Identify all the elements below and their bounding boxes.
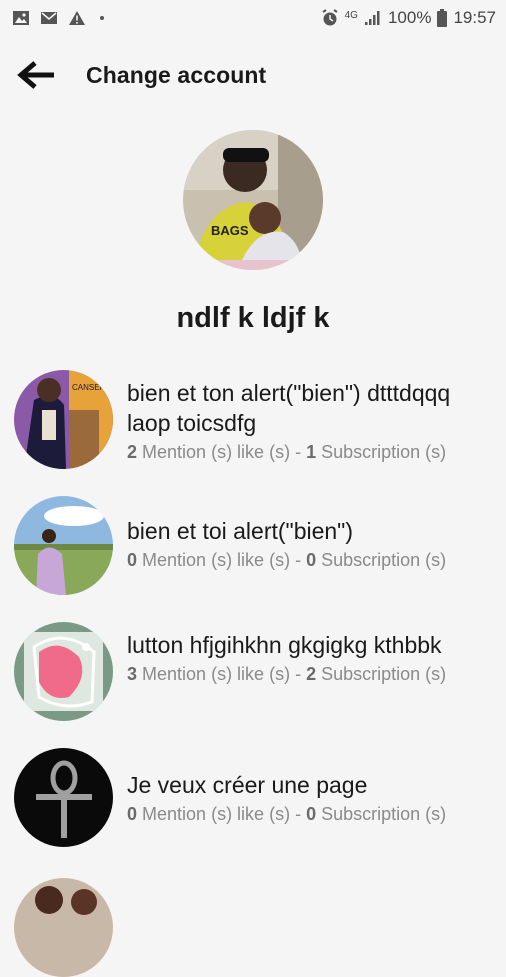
stats-separator: -	[290, 550, 307, 570]
svg-text:BAGS: BAGS	[211, 223, 249, 238]
account-stats: 2 Mention (s) like (s) - 1 Subscription …	[127, 442, 486, 463]
mention-label: Mention (s) like (s)	[142, 664, 291, 684]
mention-count: 3	[127, 664, 138, 684]
profile-photo: BAGS	[183, 130, 323, 270]
app-bar: Change account	[0, 48, 506, 102]
list-item[interactable]: bien et toi alert("bien") 0 Mention (s) …	[0, 494, 506, 598]
clock: 19:57	[453, 8, 496, 27]
network-type: 4G	[344, 9, 358, 21]
mention-count: 2	[127, 442, 138, 462]
mention-label: Mention (s) like (s)	[142, 442, 291, 462]
list-item[interactable]	[0, 872, 506, 977]
account-avatar	[14, 622, 113, 721]
subscription-count: 0	[306, 804, 317, 824]
mail-icon	[41, 12, 57, 24]
mention-label: Mention (s) like (s)	[142, 804, 291, 824]
image-icon	[13, 11, 29, 25]
account-stats: 0 Mention (s) like (s) - 0 Subscription …	[127, 804, 486, 825]
battery-percent: 100%	[387, 8, 432, 27]
subscription-label: Subscription (s)	[321, 804, 447, 824]
account-name: lutton hfjgihkhn gkgigkg kthbbk	[127, 632, 442, 658]
stats-separator: -	[290, 804, 307, 824]
account-avatar	[14, 878, 113, 977]
back-button[interactable]	[16, 55, 56, 95]
subscription-count: 1	[306, 442, 317, 462]
subscription-label: Subscription (s)	[321, 550, 447, 570]
account-name: Je veux créer une page	[127, 772, 368, 798]
signal-icon	[364, 11, 380, 25]
account-stats: 0 Mention (s) like (s) - 0 Subscription …	[127, 550, 486, 571]
subscription-label: Subscription (s)	[321, 664, 447, 684]
warning-icon	[69, 11, 85, 25]
subscription-count: 0	[306, 550, 317, 570]
account-avatar: CANSER	[14, 370, 113, 469]
account-name: bien et ton alert("bien") dtttdqqq laop …	[127, 380, 451, 436]
subscription-label: Subscription (s)	[321, 442, 447, 462]
stats-separator: -	[290, 664, 307, 684]
mention-count: 0	[127, 804, 138, 824]
account-avatar	[14, 496, 113, 595]
notification-dot-icon	[100, 16, 104, 20]
list-item[interactable]: CANSER bien et ton alert("bien") dtttdqq…	[0, 368, 506, 472]
arrow-left-icon	[17, 61, 54, 89]
list-item[interactable]: Je veux créer une page 0 Mention (s) lik…	[0, 746, 506, 850]
account-avatar	[14, 748, 113, 847]
status-bar: 4G 100% 19:57	[0, 0, 506, 36]
profile-avatar[interactable]: BAGS	[183, 130, 323, 270]
page-title: Change account	[86, 61, 267, 88]
account-stats: 3 Mention (s) like (s) - 2 Subscription …	[127, 664, 486, 685]
subscription-count: 2	[306, 664, 317, 684]
alarm-icon	[322, 9, 338, 26]
stats-separator: -	[290, 442, 307, 462]
account-name: bien et toi alert("bien")	[127, 518, 354, 544]
profile-name: ndlf k ldjf k	[176, 302, 330, 334]
battery-icon	[437, 9, 448, 27]
list-item[interactable]: lutton hfjgihkhn gkgigkg kthbbk 3 Mentio…	[0, 620, 506, 724]
mention-label: Mention (s) like (s)	[142, 550, 291, 570]
mention-count: 0	[127, 550, 138, 570]
svg-text:CANSER: CANSER	[72, 383, 106, 392]
